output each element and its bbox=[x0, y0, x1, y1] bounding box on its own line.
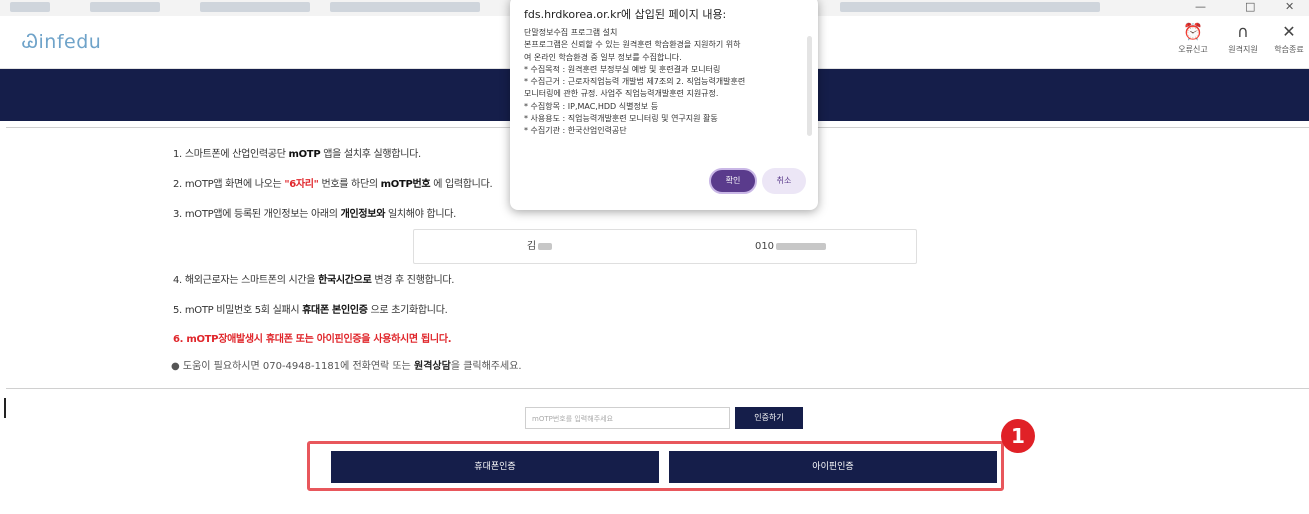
exit-study-label: 학습종료 bbox=[1274, 45, 1304, 54]
alert-dialog: fds.hrdkorea.or.kr에 삽입된 페이지 내용: 단말정보수집 프… bbox=[510, 0, 818, 210]
step-1: 1. 스마트폰에 산업인력공단 mOTP 앱을 설치후 실행합니다. bbox=[173, 149, 421, 160]
ipin-auth-button[interactable]: 아이핀인증 bbox=[669, 451, 997, 483]
error-report-label: 오류신고 bbox=[1178, 45, 1208, 54]
remote-support-label: 원격지원 bbox=[1228, 45, 1258, 54]
error-report-button[interactable]: ⏰ 오류신고 bbox=[1170, 22, 1216, 55]
window-close-icon[interactable]: ✕ bbox=[1285, 0, 1294, 13]
blurred-tab bbox=[330, 2, 480, 12]
left-edge-marker bbox=[4, 398, 6, 418]
remote-consult-link[interactable]: 원격상담 bbox=[414, 361, 451, 372]
dialog-line: * 수집항목 : IP,MAC,HDD 식별정보 등 bbox=[524, 101, 659, 111]
step-5: 5. mOTP 비밀번호 5회 실패시 휴대폰 본인인증 으로 초기화합니다. bbox=[173, 305, 448, 316]
exit-study-button[interactable]: ✕ 학습종료 bbox=[1266, 22, 1309, 55]
blurred-tab bbox=[90, 2, 160, 12]
minimize-icon[interactable]: — bbox=[1195, 0, 1206, 13]
cancel-button[interactable]: 취소 bbox=[762, 168, 806, 194]
blurred-tab bbox=[10, 2, 50, 12]
dialog-line: 여 온라인 학습환경 중 일부 정보를 수집합니다. bbox=[524, 52, 682, 62]
dialog-line: * 사용용도 : 직업능력개발훈련 모니터링 및 연구지원 활동 bbox=[524, 114, 718, 124]
close-icon: ✕ bbox=[1282, 22, 1296, 41]
blurred-tab bbox=[840, 2, 1100, 12]
dialog-message: 단말정보수집 프로그램 설치 본프로그램은 신뢰할 수 있는 원격훈련 학습환경… bbox=[524, 27, 804, 149]
step-6: 6. mOTP장애발생시 휴대폰 또는 아이핀인증을 사용하시면 됩니다. bbox=[173, 334, 452, 345]
maximize-icon[interactable]: □ bbox=[1245, 0, 1255, 13]
step-badge: 1 bbox=[1001, 419, 1035, 453]
user-name: 김 bbox=[414, 230, 665, 263]
help-text: ● 도움이 필요하시면 070-4948-1181에 전화연락 또는 원격상담을… bbox=[171, 361, 522, 372]
ok-button[interactable]: 확인 bbox=[709, 168, 757, 194]
step-2: 2. mOTP앱 화면에 나오는 "6자리" 번호를 하단의 mOTP번호 에 … bbox=[173, 179, 493, 190]
dialog-line: 단말정보수집 프로그램 설치 bbox=[524, 28, 618, 37]
dialog-line: * 수집근거 : 근로자직업능력 개발법 제7조의 2. 직업능력개발훈련 bbox=[524, 77, 746, 87]
headset-icon: ∩ bbox=[1237, 22, 1249, 41]
dialog-scrollbar[interactable] bbox=[807, 36, 812, 136]
logo[interactable]: Ꮚinfedu bbox=[22, 31, 101, 53]
otp-input[interactable]: mOTP번호를 입력해주세요 bbox=[525, 407, 730, 429]
dialog-line: 본프로그램은 신뢰할 수 있는 원격훈련 학습환경을 지원하기 위하 bbox=[524, 40, 741, 50]
dialog-line: * 수집기관 : 한국산업인력공단 bbox=[524, 126, 627, 136]
step-3: 3. mOTP앱에 등록된 개인정보는 아래의 개인정보와 일치해야 합니다. bbox=[173, 209, 457, 220]
remote-support-button[interactable]: ∩ 원격지원 bbox=[1220, 22, 1266, 55]
user-phone: 010 bbox=[665, 230, 916, 263]
blurred-tab bbox=[200, 2, 310, 12]
personal-info-box: 김 010 bbox=[413, 229, 917, 264]
dialog-line: * 수집목적 : 원격훈련 부정부실 예방 및 훈련결과 모니터링 bbox=[524, 64, 721, 74]
phone-auth-button[interactable]: 휴대폰인증 bbox=[331, 451, 659, 483]
step-4: 4. 해외근로자는 스마트폰의 시간을 한국시간으로 변경 후 진행합니다. bbox=[173, 275, 455, 286]
dialog-title: fds.hrdkorea.or.kr에 삽입된 페이지 내용: bbox=[524, 8, 727, 21]
alarm-icon: ⏰ bbox=[1183, 22, 1203, 41]
verify-button[interactable]: 인증하기 bbox=[735, 407, 803, 429]
dialog-line: 모니터링에 관한 규정. 사업주 직업능력개발훈련 지원규정. bbox=[524, 89, 719, 99]
